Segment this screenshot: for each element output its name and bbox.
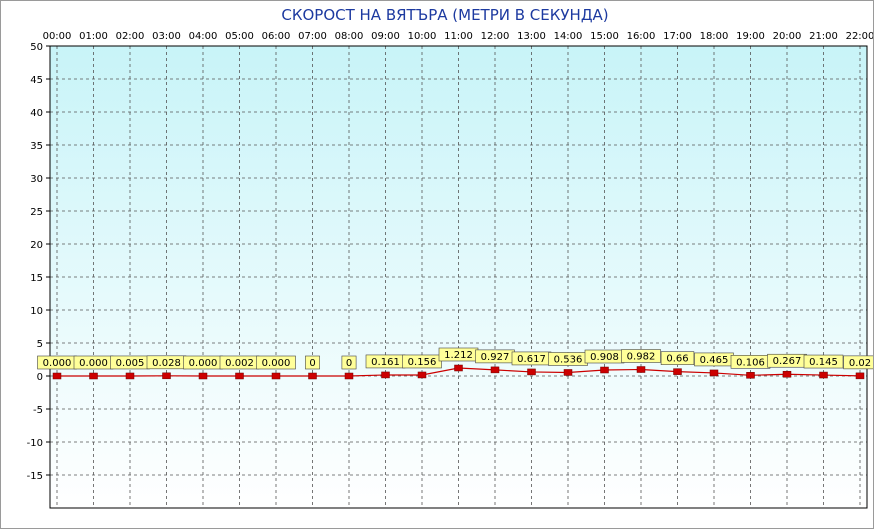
data-point-marker	[855, 372, 865, 380]
data-label: 0.536	[554, 354, 583, 365]
y-tick-label: 5	[37, 339, 43, 350]
data-point-marker	[89, 372, 98, 380]
y-tick-label: 15	[30, 273, 43, 284]
x-tick-label: 07:00	[298, 31, 327, 42]
chart-window: СКОРОСТ НА ВЯТЪРА (МЕТРИ В СЕКУНДА) 50 45…	[0, 0, 874, 529]
data-label: 0.000	[79, 358, 108, 369]
y-tick-label: 40	[30, 108, 43, 119]
data-label: 0	[346, 358, 352, 369]
data-point-marker	[709, 369, 719, 377]
x-tick-label: 16:00	[627, 31, 656, 42]
y-tick-label: -5	[33, 405, 43, 416]
x-tick-label: 09:00	[371, 31, 400, 42]
x-tick-label: 10:00	[408, 31, 437, 42]
data-label: 0.000	[189, 358, 218, 369]
x-tick-label: 11:00	[444, 31, 473, 42]
data-point-marker	[52, 372, 62, 380]
data-label: 0.156	[408, 357, 437, 368]
y-tick-label: 25	[30, 207, 43, 218]
x-tick-label: 12:00	[481, 31, 510, 42]
data-label: 0.145	[809, 357, 838, 368]
x-tick-label: 01:00	[79, 31, 108, 42]
x-tick-label: 06:00	[262, 31, 291, 42]
y-tick-label: -10	[27, 438, 43, 449]
x-tick-label: 05:00	[225, 31, 254, 42]
x-tick-label: 21:00	[809, 31, 838, 42]
y-tick-label: 0	[37, 372, 43, 383]
chart-title: СКОРОСТ НА ВЯТЪРА (МЕТРИ В СЕКУНДА)	[281, 6, 608, 24]
data-label: 0.465	[700, 355, 729, 366]
data-point-marker	[782, 370, 792, 378]
x-tick-label: 14:00	[554, 31, 583, 42]
plot-area: 50454035302520151050-5-10-1500:00 01:00 02…	[0, 0, 874, 529]
data-label: 0.002	[225, 358, 254, 369]
y-tick-label: 10	[30, 306, 43, 317]
x-tick-label: 03:00	[152, 31, 181, 42]
y-tick-label: 30	[30, 174, 43, 185]
x-tick-label: 08:00	[335, 31, 364, 42]
data-point-marker	[198, 372, 208, 380]
data-label: 0.927	[481, 352, 510, 363]
data-point-marker	[563, 369, 573, 376]
x-tick-label: 20:00	[773, 31, 802, 42]
y-tick-label: 45	[30, 75, 43, 86]
data-point-marker	[417, 371, 427, 379]
y-tick-label: 50	[30, 42, 43, 53]
data-label: 0.028	[152, 358, 181, 369]
data-label: 0.000	[43, 358, 72, 369]
data-label: 1.212	[444, 350, 473, 361]
data-label: 0	[309, 358, 315, 369]
x-tick-label: 19:00	[736, 31, 765, 42]
x-tick-label: 13:00	[517, 31, 546, 42]
data-point-marker	[271, 372, 281, 380]
data-point-marker	[600, 366, 609, 374]
data-point-marker	[746, 372, 755, 379]
data-label: 0.106	[736, 357, 765, 368]
data-point-marker	[490, 366, 500, 374]
data-label: 0.005	[116, 358, 145, 369]
data-point-marker	[162, 372, 171, 380]
data-point-marker	[527, 368, 536, 376]
data-label: 0.908	[590, 352, 619, 363]
data-point-marker	[125, 372, 135, 380]
data-point-marker	[344, 372, 354, 380]
data-label: 0.617	[517, 354, 546, 365]
data-point-marker	[673, 368, 682, 375]
data-point-marker	[636, 366, 646, 373]
data-label: 0.267	[773, 356, 802, 367]
data-label: 0.000	[262, 358, 291, 369]
data-point-marker	[454, 364, 463, 372]
data-point-marker	[819, 371, 828, 379]
x-tick-label: 15:00	[590, 31, 619, 42]
data-label: 0.02	[849, 358, 871, 369]
x-tick-label: 18:00	[700, 31, 729, 42]
data-point-marker	[381, 371, 390, 379]
data-label: 0.982	[627, 352, 656, 363]
data-point-marker	[308, 372, 317, 380]
data-point-marker	[235, 372, 244, 380]
x-tick-label: 00:00	[43, 31, 72, 42]
x-tick-label: 04:00	[189, 31, 218, 42]
wind-speed-chart: СКОРОСТ НА ВЯТЪРА (МЕТРИ В СЕКУНДА) 5045…	[0, 0, 874, 529]
y-tick-label: 35	[30, 141, 43, 152]
y-tick-label: 20	[30, 240, 43, 251]
x-tick-label: 17:00	[663, 31, 692, 42]
x-tick-label: 22:00	[846, 31, 874, 42]
x-tick-label: 02:00	[116, 31, 145, 42]
data-label: 0.66	[666, 354, 688, 365]
data-label: 0.161	[371, 357, 400, 368]
y-tick-label: -15	[27, 471, 43, 482]
